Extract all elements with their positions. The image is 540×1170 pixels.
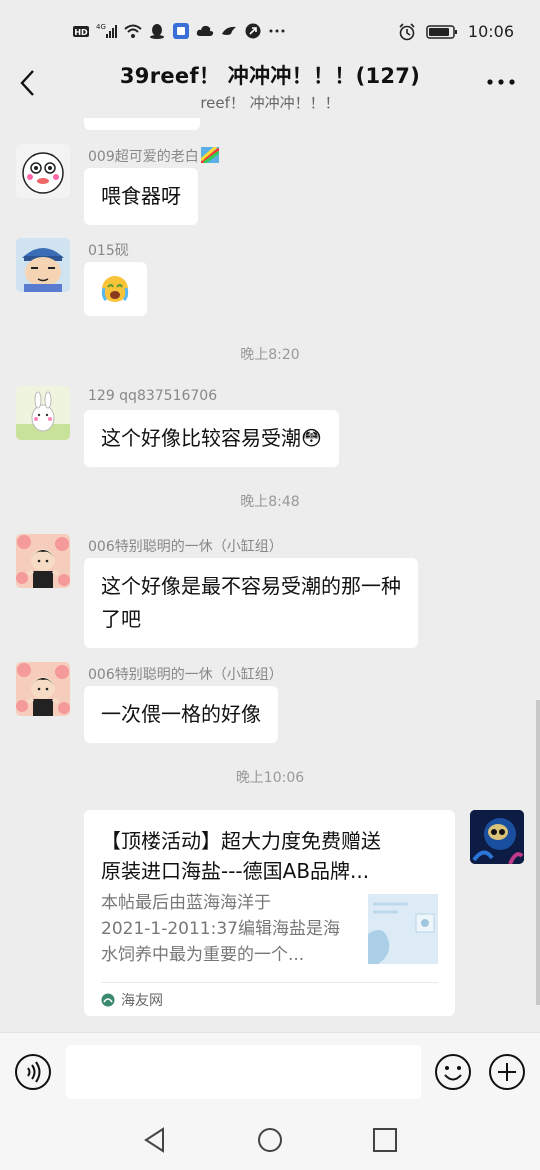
link-card[interactable]: 【顶楼活动】超大力度免费赠送 原装进口海盐---德国AB品牌... 本帖最后由蓝… bbox=[84, 810, 455, 1016]
app-icon bbox=[173, 23, 189, 39]
avatar[interactable] bbox=[16, 238, 70, 292]
my-avatar[interactable] bbox=[470, 810, 524, 864]
status-right-icons: 10:06 bbox=[398, 22, 514, 41]
nav-home-icon[interactable] bbox=[256, 1126, 284, 1154]
message-bubble[interactable]: 这个好像是最不容易受潮的那一种 了吧 bbox=[84, 558, 418, 648]
message-bubble[interactable]: 喂食器呀 bbox=[84, 168, 198, 225]
divider bbox=[101, 982, 438, 983]
battery-icon bbox=[426, 24, 457, 39]
timestamp: 晚上8:20 bbox=[240, 347, 300, 363]
message-bubble[interactable]: 一次偎一格的好像 bbox=[84, 686, 278, 743]
link-card-source: 海友网 bbox=[101, 990, 163, 1010]
system-nav-bar bbox=[0, 1112, 540, 1170]
chat-subtitle: reef！ 冲冲冲！！！ bbox=[200, 94, 340, 112]
sender-name: 129 qq837516706 bbox=[88, 388, 218, 404]
svg-text:HD: HD bbox=[74, 28, 88, 37]
message-list[interactable]: 009超可爱的老白 喂食器呀 015砚 晚上8:20 129 qq8375167… bbox=[0, 118, 540, 1032]
alarm-icon bbox=[399, 22, 415, 40]
avatar[interactable] bbox=[16, 662, 70, 716]
chat-header: 39reef！ 冲冲冲！！！(127) reef！ 冲冲冲！！！ bbox=[0, 54, 540, 118]
sender-name: 009超可爱的老白 bbox=[88, 145, 220, 166]
emoji-icon[interactable] bbox=[434, 1053, 472, 1091]
voice-icon[interactable] bbox=[14, 1053, 52, 1091]
avatar[interactable] bbox=[16, 144, 70, 198]
shield-icon bbox=[245, 23, 261, 39]
status-left-icons: HD 4G bbox=[72, 22, 286, 40]
more-options-icon[interactable] bbox=[486, 72, 516, 92]
nav-back-icon[interactable] bbox=[141, 1126, 169, 1154]
svg-text:4G: 4G bbox=[96, 23, 106, 31]
sender-name: 006特别聪明的一休（小缸组） bbox=[88, 667, 283, 683]
message-input[interactable] bbox=[66, 1045, 421, 1099]
avatar[interactable] bbox=[16, 534, 70, 588]
link-card-desc-line: 2021-1-2011:37编辑海盐是海 bbox=[101, 919, 340, 939]
qq-icon bbox=[150, 24, 164, 39]
cloud-icon bbox=[196, 25, 214, 36]
link-card-source-name: 海友网 bbox=[121, 993, 163, 1009]
sender-name: 015砚 bbox=[88, 243, 129, 259]
link-card-description: 本帖最后由蓝海海洋于 2021-1-2011:37编辑海盐是海 水饲养中最为重要… bbox=[101, 890, 351, 968]
message-bubble-partial[interactable] bbox=[84, 118, 200, 130]
link-card-desc-line: 本帖最后由蓝海海洋于 bbox=[101, 893, 271, 913]
timestamp: 晚上10:06 bbox=[235, 770, 305, 786]
more-dots-icon bbox=[269, 29, 285, 33]
plus-icon[interactable] bbox=[488, 1053, 526, 1091]
input-bar bbox=[0, 1032, 540, 1113]
link-card-title-line: 【顶楼活动】超大力度免费赠送 bbox=[101, 829, 381, 853]
wifi-icon bbox=[124, 24, 142, 38]
rainbow-emoji-icon bbox=[199, 145, 220, 165]
message-bubble[interactable] bbox=[84, 262, 147, 316]
link-card-title-line: 原装进口海盐---德国AB品牌... bbox=[101, 859, 370, 883]
bird-icon bbox=[222, 26, 236, 35]
timestamp: 晚上8:48 bbox=[240, 494, 300, 510]
flushed-face-emoji-icon: 😳 bbox=[301, 426, 322, 450]
crying-face-emoji-icon bbox=[101, 276, 129, 302]
sender-name: 006特别聪明的一休（小缸组） bbox=[88, 539, 283, 555]
signal-icon: 4G bbox=[96, 23, 117, 38]
chat-title: 39reef！ 冲冲冲！！！(127) bbox=[119, 64, 421, 88]
scrollbar[interactable] bbox=[536, 700, 540, 1005]
avatar[interactable] bbox=[16, 386, 70, 440]
message-line: 了吧 bbox=[101, 607, 141, 631]
status-time: 10:06 bbox=[467, 22, 514, 41]
source-logo-icon bbox=[101, 993, 115, 1007]
hd-icon: HD bbox=[73, 26, 89, 37]
message-line: 这个好像是最不容易受潮的那一种 bbox=[101, 574, 401, 598]
message-bubble[interactable]: 这个好像比较容易受潮😳 bbox=[84, 410, 339, 467]
link-card-desc-line: 水饲养中最为重要的一个... bbox=[101, 945, 305, 965]
link-card-thumbnail bbox=[368, 894, 438, 964]
nav-recents-icon[interactable] bbox=[371, 1126, 399, 1154]
link-card-title: 【顶楼活动】超大力度免费赠送 原装进口海盐---德国AB品牌... bbox=[101, 826, 446, 886]
